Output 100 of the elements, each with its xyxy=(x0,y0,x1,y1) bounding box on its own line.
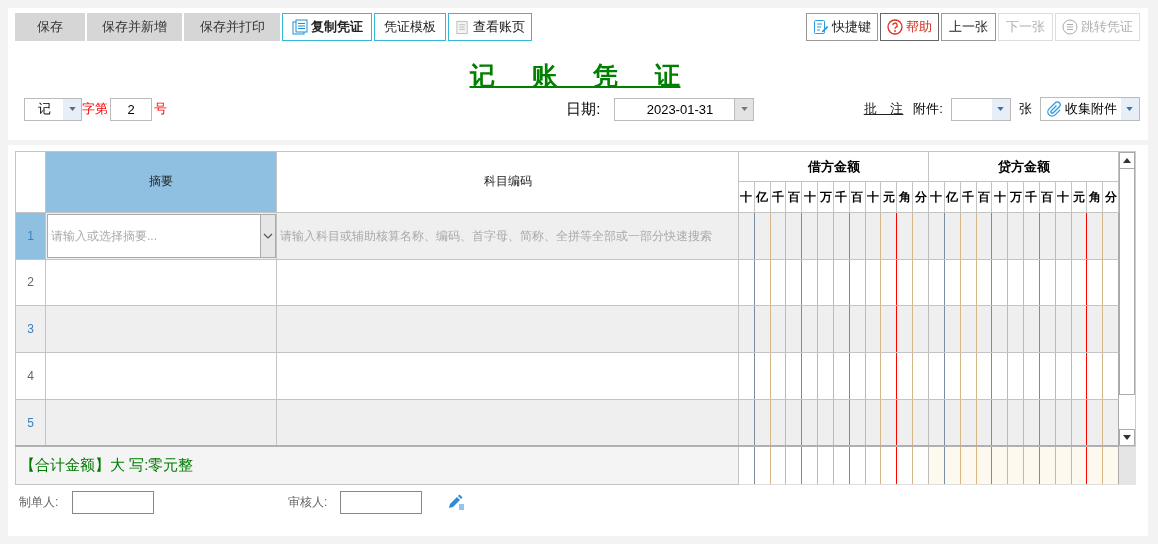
unit-label: 张 xyxy=(1019,100,1032,118)
amount-digit-cell xyxy=(817,399,834,447)
amount-digit-cell xyxy=(1086,305,1103,353)
amount-digit-cell xyxy=(770,259,786,306)
amount-digit-cell xyxy=(865,305,881,353)
paperclip-icon xyxy=(1046,101,1062,117)
digit-header: 亿 xyxy=(754,181,771,213)
amount-digit-cell xyxy=(928,352,945,400)
amount-digit-cell xyxy=(1023,212,1040,260)
caret-icon xyxy=(740,107,748,111)
amount-digit-cell xyxy=(896,399,913,447)
amount-digit-cell xyxy=(944,305,961,353)
toolbar-button[interactable]: 帮助 xyxy=(880,13,939,41)
toolbar-button[interactable]: 保存 xyxy=(15,13,85,41)
voucher-type-select[interactable]: 记 xyxy=(24,97,82,121)
amount-digit-cell xyxy=(1071,305,1087,353)
amount-digit-cell xyxy=(976,259,992,306)
total-digit-cell xyxy=(1071,446,1087,485)
amount-digit-cell xyxy=(896,352,913,400)
amount-digit-cell xyxy=(786,305,802,353)
amount-digit-cell xyxy=(880,399,897,447)
digit-header: 百 xyxy=(786,181,802,213)
document-icon xyxy=(455,19,470,35)
caret-icon xyxy=(1126,107,1134,111)
caret-down-icon xyxy=(1123,435,1132,440)
row-number[interactable]: 4 xyxy=(15,352,46,400)
caret-icon xyxy=(68,107,76,111)
amount-digit-cell xyxy=(991,212,1008,260)
total-digit-cell xyxy=(833,446,850,485)
total-digit-cell xyxy=(1055,446,1071,485)
amount-digit-cell xyxy=(880,259,897,306)
attachments-select[interactable] xyxy=(951,97,1011,121)
pencil-icon[interactable] xyxy=(447,494,465,510)
amount-digit-cell xyxy=(928,399,945,447)
preparer-label: 制单人: xyxy=(18,493,60,511)
amount-digit-cell xyxy=(880,212,897,260)
caret-up-icon xyxy=(1123,158,1132,163)
total-digit-cell xyxy=(896,446,913,485)
amount-digit-cell xyxy=(754,399,771,447)
amount-digit-cell xyxy=(1055,259,1071,306)
digit-header: 分 xyxy=(1102,181,1119,213)
amount-digit-cell xyxy=(1102,259,1119,306)
column-header: 借方金额 xyxy=(738,151,929,182)
total-digit-cell xyxy=(880,446,897,485)
digit-header: 元 xyxy=(880,181,897,213)
digit-header: 元 xyxy=(1071,181,1087,213)
toolbar-button[interactable]: 快捷键 xyxy=(806,13,878,41)
row-number[interactable]: 2 xyxy=(15,259,46,306)
toolbar-button[interactable]: 查看账页 xyxy=(448,13,532,41)
amount-digit-cell xyxy=(865,212,881,260)
toolbar-button[interactable]: 上一张 xyxy=(941,13,996,41)
amount-digit-cell xyxy=(960,352,977,400)
amount-digit-cell xyxy=(1055,212,1071,260)
total-digit-cell xyxy=(849,446,866,485)
number-field[interactable]: 2 xyxy=(110,97,152,121)
amount-digit-cell xyxy=(991,305,1008,353)
reviewer-field[interactable] xyxy=(340,490,422,514)
date-field[interactable]: 2023-01-31 xyxy=(614,97,755,121)
toolbar-button[interactable]: 保存并打印 xyxy=(184,13,280,41)
amount-digit-cell xyxy=(865,399,881,447)
row-number[interactable]: 5 xyxy=(15,399,46,447)
amount-digit-cell xyxy=(833,212,850,260)
amount-digit-cell xyxy=(786,352,802,400)
amount-digit-cell xyxy=(991,259,1008,306)
row-number[interactable]: 3 xyxy=(15,305,46,353)
label: 字第 xyxy=(82,100,108,118)
total-digit-cell xyxy=(865,446,881,485)
toolbar-button[interactable]: 凭证模板 xyxy=(374,13,446,41)
preparer-field[interactable] xyxy=(72,490,154,514)
amount-digit-cell xyxy=(991,399,1008,447)
amount-digit-cell xyxy=(754,212,771,260)
scrollbar[interactable] xyxy=(1119,151,1137,447)
amount-digit-cell xyxy=(801,259,818,306)
amount-digit-cell xyxy=(801,352,818,400)
amount-digit-cell xyxy=(880,305,897,353)
amount-digit-cell xyxy=(976,212,992,260)
digit-header: 千 xyxy=(1023,181,1040,213)
amount-digit-cell xyxy=(849,305,866,353)
toolbar-button[interactable]: 复制凭证 xyxy=(282,13,372,41)
digit-header: 角 xyxy=(896,181,913,213)
amount-digit-cell xyxy=(960,212,977,260)
summary-field[interactable]: 请输入或选择摘要... xyxy=(47,213,260,258)
total-digit-cell xyxy=(1023,446,1040,485)
collect-attachments-button[interactable]: 收集附件 xyxy=(1040,97,1140,121)
column-header: 贷方金额 xyxy=(928,151,1119,182)
amount-digit-cell xyxy=(770,305,786,353)
amount-digit-cell xyxy=(960,259,977,306)
total-digit-cell xyxy=(944,446,961,485)
amount-digit-cell xyxy=(1007,352,1024,400)
amount-digit-cell xyxy=(1071,352,1087,400)
annotation-link[interactable]: 批 注 xyxy=(863,100,904,118)
caret-icon xyxy=(997,107,1005,111)
amount-digit-cell xyxy=(849,352,866,400)
toolbar-button[interactable]: 保存并新增 xyxy=(87,13,182,41)
column-header: 摘要 xyxy=(45,151,277,213)
dropdown-button[interactable] xyxy=(260,213,276,258)
digit-header: 角 xyxy=(1086,181,1103,213)
amount-digit-cell xyxy=(833,352,850,400)
amount-digit-cell xyxy=(1039,259,1056,306)
amount-digit-cell xyxy=(1055,352,1071,400)
